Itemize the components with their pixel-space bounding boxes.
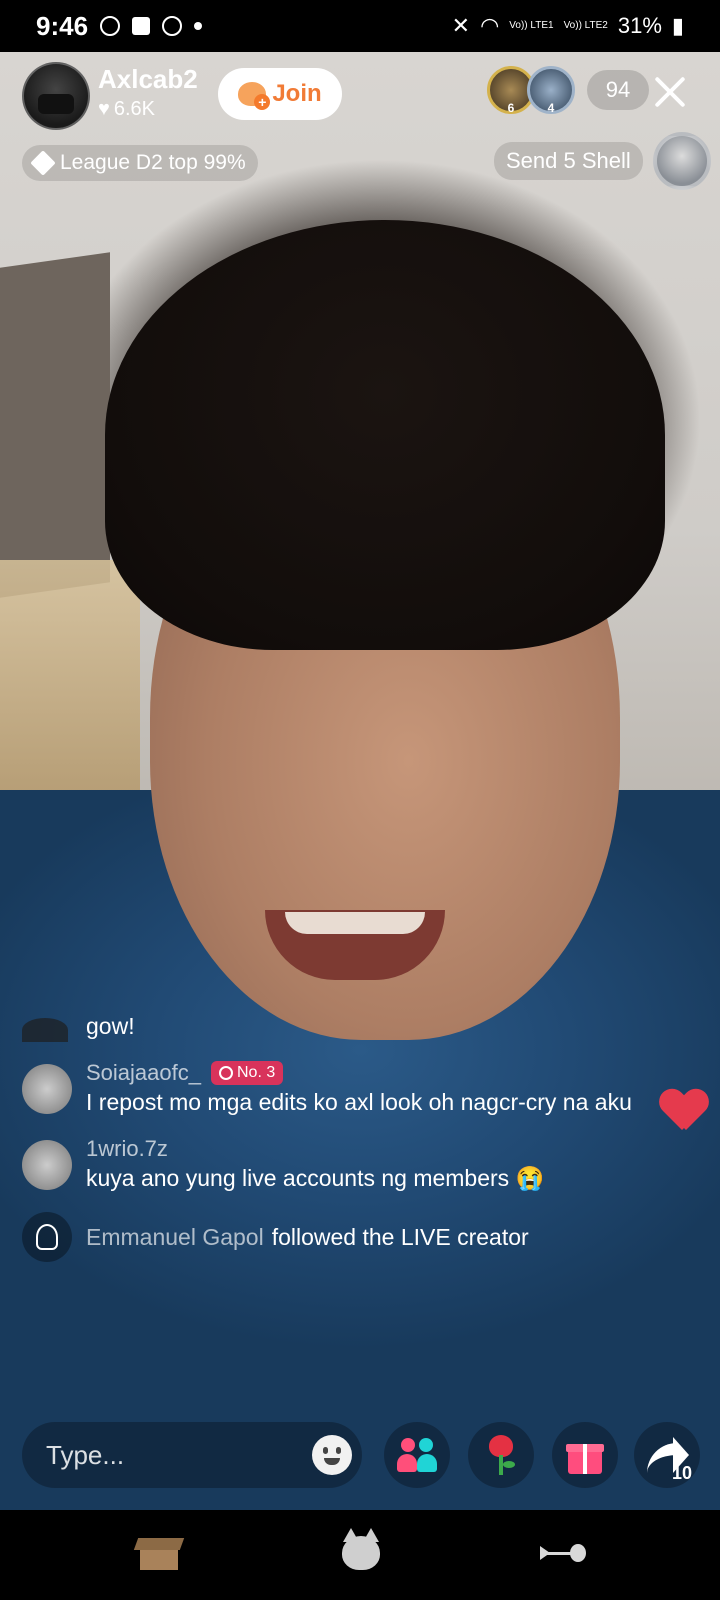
close-icon[interactable] bbox=[652, 74, 688, 110]
comment-input[interactable]: Type... bbox=[22, 1422, 362, 1488]
chat-text: kuya ano yung live accounts ng members 😭 bbox=[86, 1165, 545, 1191]
gift-icon bbox=[566, 1436, 604, 1474]
share-count: 10 bbox=[671, 1463, 692, 1483]
chat-avatar[interactable] bbox=[22, 1064, 72, 1114]
sim1-signal: Vo)) LTE1 bbox=[509, 20, 554, 31]
join-button[interactable]: Join bbox=[218, 68, 342, 120]
follow-icon bbox=[22, 1212, 72, 1262]
live-header: Axlcab2 ♥ 6.6K Join 6 4 94 bbox=[22, 60, 698, 130]
multi-guest-button[interactable] bbox=[384, 1422, 450, 1488]
top-viewer-rank: 4 bbox=[547, 101, 555, 115]
rose-button[interactable] bbox=[468, 1422, 534, 1488]
notification-ring-icon bbox=[100, 16, 121, 36]
live-video[interactable] bbox=[0, 0, 720, 1510]
status-right: ✕ ◠ Vo)) LTE1 Vo)) LTE2 31% ▮ bbox=[452, 13, 684, 39]
bottom-controls: Type... 10 bbox=[22, 1422, 700, 1488]
floating-heart-icon bbox=[660, 1090, 708, 1134]
diamond-icon bbox=[30, 150, 56, 176]
top-viewers[interactable]: 6 4 94 bbox=[487, 66, 649, 115]
chat-message[interactable]: Soiajaaofc_ No. 3 I repost mo mga edits … bbox=[22, 1060, 692, 1118]
chat-username-row: Soiajaaofc_ No. 3 bbox=[86, 1060, 692, 1086]
gift-button[interactable] bbox=[552, 1422, 618, 1488]
heart-plus-icon bbox=[238, 82, 271, 110]
follow-notification[interactable]: Emmanuel Gapol followed the LIVE creator bbox=[22, 1212, 692, 1262]
chat-text: I repost mo mga edits ko axl look oh nag… bbox=[86, 1089, 632, 1115]
streamer-hair bbox=[105, 220, 665, 650]
rank-badge: No. 3 bbox=[210, 1061, 284, 1085]
notification-ring-icon-2 bbox=[162, 16, 183, 36]
person-check-icon bbox=[36, 1224, 58, 1250]
share-button[interactable]: 10 bbox=[634, 1422, 700, 1488]
fishbone-icon[interactable] bbox=[540, 1544, 586, 1562]
status-time: 9:46 bbox=[36, 10, 89, 41]
host-name[interactable]: Axlcab2 bbox=[98, 64, 198, 95]
send-shell-button[interactable]: Send 5 Shell bbox=[494, 132, 711, 190]
chat-username[interactable]: 1wrio.7z bbox=[86, 1136, 168, 1162]
background-frame bbox=[0, 252, 110, 598]
chat-username-row: 1wrio.7z bbox=[86, 1136, 692, 1162]
wifi-icon: ◠ bbox=[480, 13, 500, 38]
more-notifications-icon bbox=[194, 22, 203, 30]
mute-icon: ✕ bbox=[451, 13, 471, 38]
gallery-icon bbox=[132, 17, 151, 35]
medal-icon bbox=[218, 1066, 233, 1080]
host-avatar[interactable] bbox=[22, 62, 90, 130]
live-screen: 9:46 ✕ ◠ Vo)) LTE1 Vo)) LTE2 31% ▮ Axlca… bbox=[0, 0, 720, 1600]
chat-message[interactable]: 1wrio.7z kuya ano yung live accounts ng … bbox=[22, 1136, 692, 1194]
status-bar: 9:46 ✕ ◠ Vo)) LTE1 Vo)) LTE2 31% ▮ bbox=[0, 0, 720, 52]
league-badge[interactable]: League D2 top 99% bbox=[22, 145, 258, 181]
chat-username[interactable]: Soiajaaofc_ bbox=[86, 1060, 201, 1086]
join-label: Join bbox=[272, 80, 322, 107]
rose-icon bbox=[484, 1435, 518, 1475]
avatar-mask bbox=[38, 94, 74, 114]
streamer-teeth bbox=[285, 912, 425, 934]
follow-action: followed the LIVE creator bbox=[271, 1223, 529, 1250]
top-viewer-2[interactable]: 4 bbox=[527, 66, 575, 115]
send-shell-label: Send 5 Shell bbox=[494, 142, 643, 180]
chat-text: gow! bbox=[86, 1013, 135, 1039]
viewer-count[interactable]: 94 bbox=[587, 70, 649, 110]
chat-feed: gow! Soiajaaofc_ No. 3 I repost mo mga e… bbox=[22, 1010, 692, 1262]
heart-icon: ♥ bbox=[98, 98, 110, 120]
follow-username[interactable]: Emmanuel Gapol bbox=[86, 1224, 264, 1251]
multi-guest-icon bbox=[397, 1438, 437, 1472]
box-icon[interactable] bbox=[133, 1538, 185, 1572]
shell-icon[interactable] bbox=[652, 132, 711, 190]
badge-label: No. 3 bbox=[236, 1064, 276, 1081]
comment-placeholder: Type... bbox=[46, 1439, 125, 1470]
battery-level: 31% bbox=[617, 13, 662, 38]
emoji-icon[interactable] bbox=[312, 1435, 352, 1475]
system-nav-bar bbox=[0, 1510, 720, 1600]
likes-count: 6.6K bbox=[113, 98, 156, 120]
chat-avatar[interactable] bbox=[22, 1140, 72, 1190]
sim2-signal: Vo)) LTE2 bbox=[563, 20, 608, 31]
league-label: League D2 top 99% bbox=[60, 151, 246, 174]
chat-message[interactable]: gow! bbox=[22, 1010, 692, 1042]
cat-icon[interactable] bbox=[342, 1528, 380, 1570]
top-viewer-rank: 6 bbox=[507, 101, 515, 115]
status-left: 9:46 bbox=[36, 10, 203, 42]
battery-icon: ▮ bbox=[671, 13, 684, 38]
host-likes: ♥ 6.6K bbox=[98, 98, 155, 121]
